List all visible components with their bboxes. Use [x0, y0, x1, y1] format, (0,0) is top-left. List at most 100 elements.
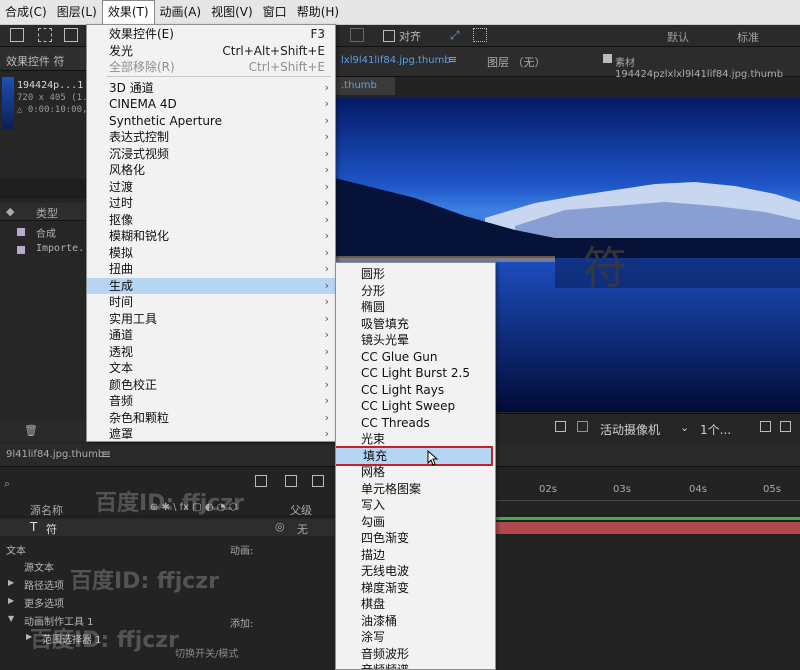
effects-menu-item[interactable]: 3D 通道 › — [87, 80, 335, 96]
generate-effect-item[interactable]: 吸管填充 — [336, 316, 495, 332]
effects-menu-item[interactable]: 过时 › — [87, 195, 335, 211]
workspace-standard[interactable]: 标准 — [737, 29, 759, 45]
camera-dropdown[interactable]: 活动摄像机 — [600, 421, 660, 438]
layer-tab[interactable]: 图层 （无） — [487, 54, 546, 70]
path-options-prop[interactable]: 路径选项 — [24, 577, 64, 592]
snap-toggle[interactable]: 对齐 — [383, 28, 421, 44]
type-column[interactable]: 类型 — [36, 205, 58, 221]
animate-menu[interactable]: 动画: — [230, 542, 253, 557]
generate-effect-item[interactable]: CC Glue Gun — [336, 349, 495, 365]
transparency-grid-icon[interactable] — [555, 421, 566, 432]
effects-menu-item[interactable]: 扭曲 › — [87, 261, 335, 277]
workspace-default[interactable]: 默认 — [667, 29, 689, 45]
pin-tool-icon[interactable]: ⤢ — [450, 28, 464, 42]
menu-layer[interactable]: 图层(L) — [52, 0, 102, 25]
time-ruler[interactable]: 02s 03s 04s 05s — [495, 481, 800, 501]
source-text-prop[interactable]: 源文本 — [24, 559, 54, 574]
draft-3d-icon[interactable] — [285, 475, 297, 487]
generate-effect-item[interactable]: 圆形 — [336, 266, 495, 282]
toggle-switches-modes[interactable]: 切换开关/模式 — [175, 645, 238, 660]
effects-menu-item[interactable]: 模拟 › — [87, 245, 335, 261]
source-name-column[interactable]: 源名称 — [30, 502, 63, 518]
effects-menu-item[interactable]: 实用工具 › — [87, 311, 335, 327]
parent-dropdown[interactable]: 无 — [297, 521, 308, 537]
camera-tool-icon[interactable] — [10, 28, 24, 42]
fill-swatch-icon[interactable] — [350, 28, 364, 42]
generate-effect-item[interactable]: 描边 — [336, 547, 495, 563]
effects-menu-item[interactable]: 颜色校正 › — [87, 377, 335, 393]
effects-menu-item[interactable]: 生成 › — [87, 278, 335, 294]
effects-menu-item[interactable]: Synthetic Aperture › — [87, 113, 335, 129]
effects-menu-item[interactable]: CINEMA 4D › — [87, 96, 335, 112]
generate-effect-item[interactable]: 油漆桶 — [336, 613, 495, 629]
effects-menu-item[interactable]: 沉浸式视频 › — [87, 146, 335, 162]
generate-effect-item[interactable]: 网格 — [336, 464, 495, 480]
generate-effect-item[interactable]: 梯度渐变 — [336, 580, 495, 596]
panel-menu-icon[interactable]: ≡ — [101, 447, 111, 461]
work-area-bar[interactable] — [495, 517, 800, 520]
generate-effect-item[interactable]: 椭圆 — [336, 299, 495, 315]
view-options-icon[interactable] — [760, 421, 771, 432]
generate-effect-item[interactable]: CC Light Burst 2.5 — [336, 365, 495, 381]
effects-menu-item[interactable]: 杂色和颗粒 › — [87, 410, 335, 426]
generate-effect-item[interactable]: 分形 — [336, 283, 495, 299]
generate-effect-item[interactable]: 音频频谱 — [336, 662, 495, 669]
menu-window[interactable]: 窗口 — [258, 0, 292, 25]
generate-effect-item[interactable]: CC Light Sweep — [336, 398, 495, 414]
menu-composition[interactable]: 合成(C) — [0, 0, 52, 25]
more-options-prop[interactable]: 更多选项 — [24, 595, 64, 610]
timeline-track-area[interactable]: 02s 03s 04s 05s — [495, 467, 800, 670]
generate-effect-item[interactable]: 无线电波 — [336, 563, 495, 579]
text-prop[interactable]: 文本 — [6, 542, 26, 557]
region-icon[interactable] — [577, 421, 588, 432]
views-dropdown[interactable]: 1个... — [700, 421, 731, 438]
panel-menu-icon[interactable]: ≡ — [448, 53, 457, 66]
effects-menu-item[interactable]: 效果控件(E) F3 — [87, 26, 335, 42]
generate-effect-item[interactable]: 写入 — [336, 497, 495, 513]
effects-menu-item[interactable]: 文本 › — [87, 360, 335, 376]
snap-grid-icon[interactable] — [473, 28, 487, 42]
rectangle-tool-icon[interactable] — [64, 28, 78, 42]
effects-menu-item[interactable]: 过渡 › — [87, 179, 335, 195]
menu-view[interactable]: 视图(V) — [206, 0, 258, 25]
expand-triangle-icon[interactable]: ▶ — [8, 578, 14, 587]
generate-effect-item[interactable]: 涂写 — [336, 629, 495, 645]
generate-effect-item[interactable]: CC Threads — [336, 415, 495, 431]
search-icon[interactable]: ⌕ — [4, 477, 10, 491]
composition-tab[interactable]: lxl9l41lif84.jpg.thumb — [341, 55, 451, 66]
generate-effect-item[interactable]: 棋盘 — [336, 596, 495, 612]
generate-effect-item[interactable]: 勾画 — [336, 514, 495, 530]
effect-controls-tab[interactable]: 效果控件 符 — [6, 53, 65, 69]
timeline-tab[interactable]: 9l41lif84.jpg.thumb — [6, 449, 104, 460]
parent-column[interactable]: 父级 — [290, 502, 312, 518]
effects-menu-item[interactable]: 风格化 › — [87, 162, 335, 178]
layer-row[interactable]: T 符 ◎ 无 — [0, 519, 335, 536]
effects-menu-item[interactable]: 抠像 › — [87, 212, 335, 228]
effects-menu-item[interactable]: 通道 › — [87, 327, 335, 343]
effects-menu-item[interactable]: 发光 Ctrl+Alt+Shift+E — [87, 43, 335, 59]
effects-menu-item[interactable]: 遮罩 › — [87, 426, 335, 442]
generate-effect-item[interactable]: 四色渐变 — [336, 530, 495, 546]
composition-subtab[interactable]: .thumb — [335, 77, 395, 95]
effects-menu-item[interactable]: 时间 › — [87, 294, 335, 310]
add-menu[interactable]: 添加: — [230, 615, 253, 630]
effects-menu-item[interactable]: 音频 › — [87, 393, 335, 409]
layer-name[interactable]: 符 — [46, 521, 57, 537]
graph-editor-icon[interactable] — [312, 475, 324, 487]
expand-triangle-icon[interactable]: ▶ — [8, 596, 14, 605]
effects-menu-item[interactable]: 透视 › — [87, 344, 335, 360]
generate-effect-item[interactable]: 音频波形 — [336, 646, 495, 662]
trash-icon[interactable]: 🗑 — [24, 424, 38, 437]
menu-effects[interactable]: 效果(T) — [101, 0, 155, 25]
pickwhip-icon[interactable]: ◎ — [275, 520, 285, 533]
collapse-triangle-icon[interactable]: ▼ — [8, 614, 14, 623]
generate-effect-item[interactable]: 单元格图案 — [336, 481, 495, 497]
pan-behind-tool-icon[interactable] — [38, 28, 52, 42]
menu-animation[interactable]: 动画(A) — [155, 0, 207, 25]
effects-menu-item[interactable]: 模糊和锐化 › — [87, 228, 335, 244]
generate-effect-item[interactable]: CC Light Rays — [336, 382, 495, 398]
generate-effect-item[interactable]: 镜头光晕 — [336, 332, 495, 348]
fast-preview-icon[interactable] — [780, 421, 791, 432]
comp-mini-flowchart-icon[interactable] — [255, 475, 267, 487]
menu-help[interactable]: 帮助(H) — [292, 0, 344, 25]
